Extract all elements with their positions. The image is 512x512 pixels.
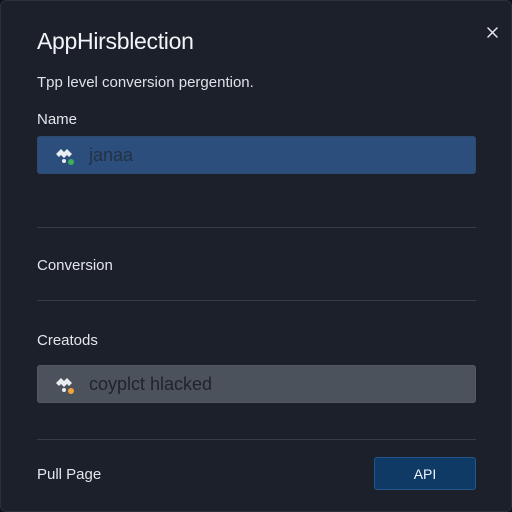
divider [37, 439, 476, 440]
app-logo-icon [56, 149, 74, 165]
credentials-field[interactable]: coyplct hlacked [37, 365, 476, 403]
dialog-title: AppHirsblection [37, 28, 194, 54]
app-logo-icon [56, 378, 74, 394]
name-field[interactable]: janaa [37, 136, 476, 174]
credentials-label: Creatods [37, 332, 98, 349]
divider [37, 300, 476, 301]
close-icon [486, 26, 498, 38]
close-button[interactable] [481, 21, 503, 43]
name-label: Name [37, 111, 78, 128]
name-value: janaa [89, 144, 134, 165]
pull-page-label: Pull Page [37, 466, 102, 483]
app-dialog: AppHirsblection Tpp level conversion per… [0, 0, 512, 512]
conversion-label: Conversion [37, 257, 113, 274]
dialog-subtitle: Tpp level conversion pergention. [37, 74, 254, 91]
credentials-value: coyplct hlacked [89, 373, 213, 394]
divider [37, 227, 476, 228]
api-button[interactable]: API [374, 457, 476, 490]
